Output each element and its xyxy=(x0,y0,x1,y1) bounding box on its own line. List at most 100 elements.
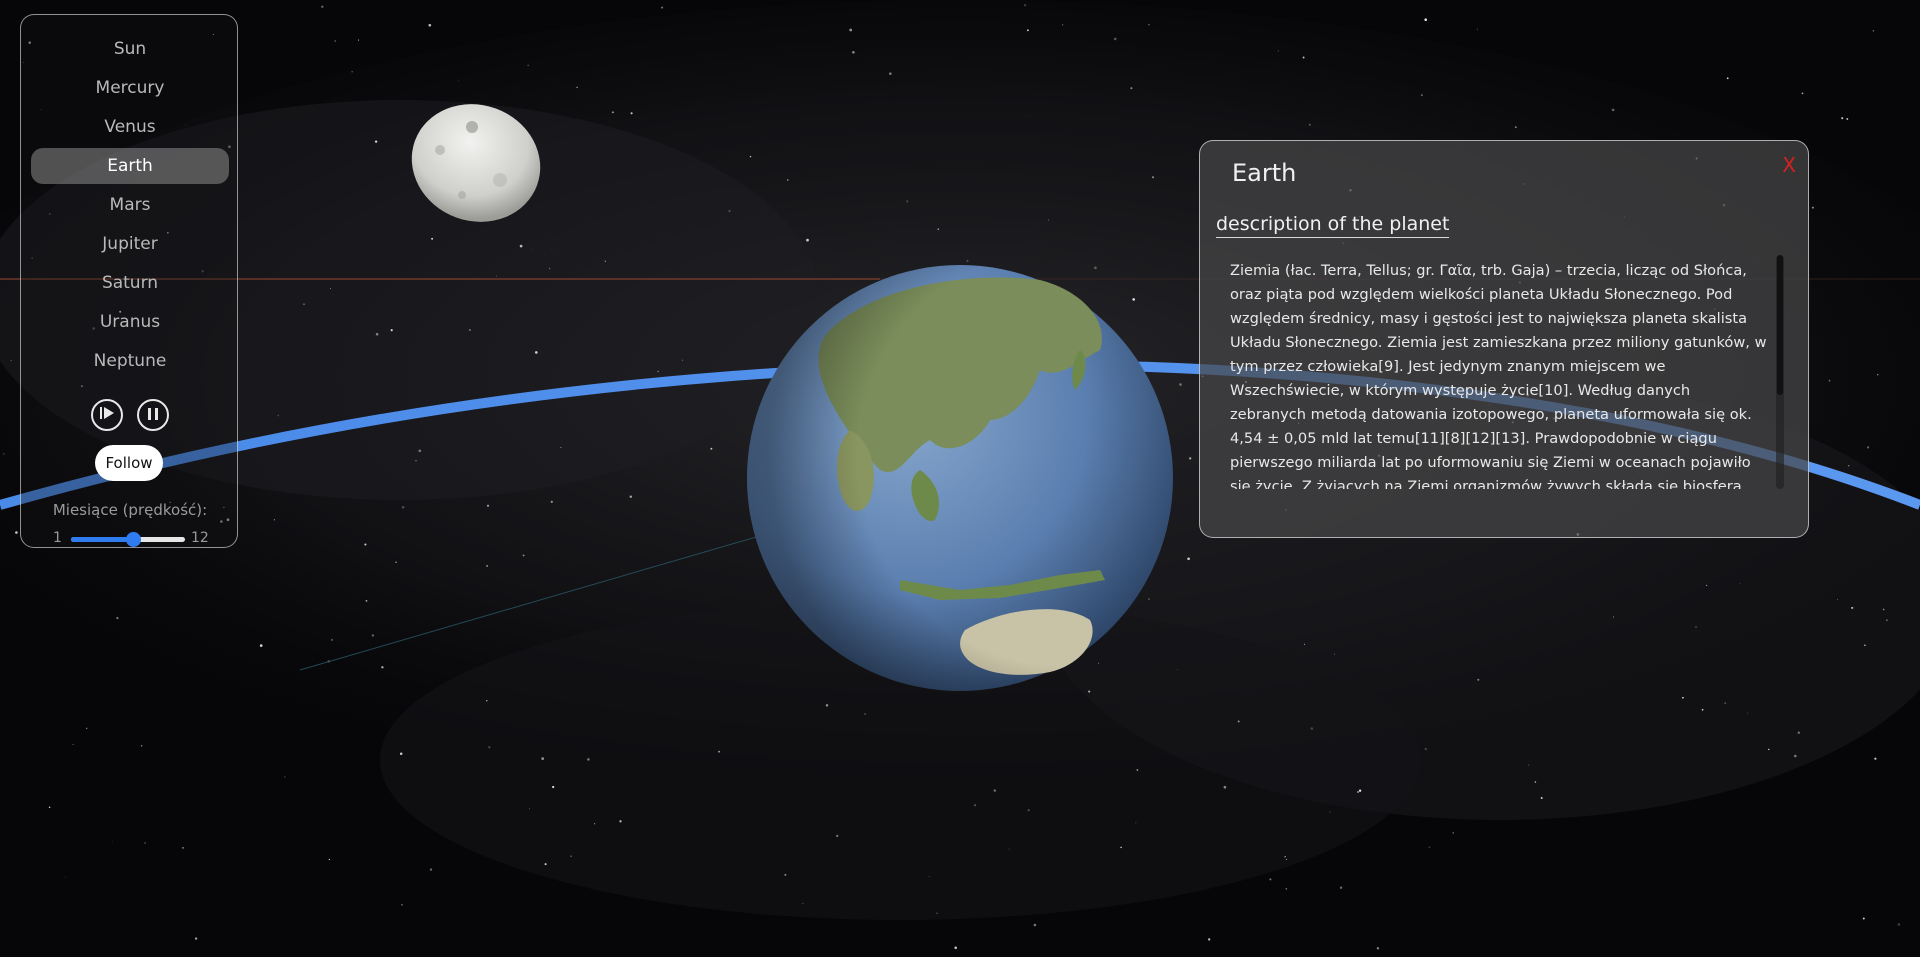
star xyxy=(1061,24,1064,26)
info-subtitle: description of the planet xyxy=(1216,213,1450,238)
star xyxy=(718,750,721,753)
follow-button[interactable]: Follow xyxy=(95,445,163,481)
planet-item-saturn[interactable]: Saturn xyxy=(31,265,229,301)
planet-menu-panel: Sun Mercury Venus Earth Mars Jupiter Saturn Ura… xyxy=(20,14,238,548)
star xyxy=(357,39,360,41)
star xyxy=(351,71,353,73)
pause-circle-icon xyxy=(146,406,160,425)
slider-max-label: 12 xyxy=(191,530,209,546)
star xyxy=(371,634,375,637)
star xyxy=(1120,846,1122,849)
star xyxy=(1862,917,1865,920)
star xyxy=(630,112,633,115)
planet-item-sun[interactable]: Sun xyxy=(31,31,229,67)
star xyxy=(1747,712,1749,714)
star xyxy=(1027,809,1030,812)
star xyxy=(1269,878,1272,881)
star xyxy=(527,64,529,66)
star xyxy=(1793,754,1797,758)
star xyxy=(1179,383,1182,386)
star xyxy=(1828,379,1831,382)
star xyxy=(1846,118,1849,120)
star xyxy=(111,841,113,842)
star xyxy=(48,806,51,808)
star xyxy=(852,50,855,54)
planet-item-neptune[interactable]: Neptune xyxy=(31,343,229,379)
star xyxy=(544,863,547,866)
star xyxy=(1851,606,1854,609)
star xyxy=(1837,599,1838,601)
star xyxy=(1308,123,1311,126)
star xyxy=(594,823,596,825)
star xyxy=(1885,619,1888,622)
star xyxy=(534,351,538,354)
planet-item-uranus[interactable]: Uranus xyxy=(31,304,229,340)
star xyxy=(399,752,403,755)
star xyxy=(1208,938,1211,941)
star xyxy=(1452,832,1454,834)
slider-min-label: 1 xyxy=(53,530,62,546)
star xyxy=(787,179,789,181)
star xyxy=(1358,789,1362,792)
star xyxy=(806,238,809,242)
star xyxy=(334,40,337,42)
earth-planet[interactable] xyxy=(747,265,1173,691)
star xyxy=(784,873,787,876)
star xyxy=(1177,668,1178,670)
star xyxy=(1098,662,1100,664)
star xyxy=(1026,29,1029,32)
star xyxy=(657,370,659,373)
star xyxy=(1304,643,1306,645)
playback-controls xyxy=(21,399,239,435)
star xyxy=(259,644,263,647)
planet-description[interactable]: Ziemia (łac. Terra, Tellus; gr. Γαῖα, tr… xyxy=(1230,259,1770,489)
planet-item-jupiter[interactable]: Jupiter xyxy=(31,226,229,262)
star xyxy=(182,847,184,849)
star xyxy=(1864,644,1866,647)
slider-thumb[interactable] xyxy=(126,532,142,547)
pause-button[interactable] xyxy=(137,399,169,431)
star xyxy=(1682,696,1684,699)
star xyxy=(937,228,939,230)
speed-slider[interactable] xyxy=(71,532,185,547)
star xyxy=(1866,446,1870,449)
star xyxy=(1724,702,1727,704)
star xyxy=(284,776,286,778)
scrollbar[interactable] xyxy=(1776,255,1784,489)
star xyxy=(395,561,397,563)
star xyxy=(1310,727,1314,730)
star xyxy=(415,460,417,462)
star xyxy=(1339,886,1343,889)
star xyxy=(144,842,146,844)
star xyxy=(303,303,305,305)
scrollbar-thumb[interactable] xyxy=(1777,255,1783,395)
star xyxy=(330,287,332,289)
star xyxy=(1882,608,1885,611)
star xyxy=(1376,947,1380,950)
star xyxy=(864,713,867,716)
planet-item-mercury[interactable]: Mercury xyxy=(31,70,229,106)
star xyxy=(194,937,198,940)
planet-item-venus[interactable]: Venus xyxy=(31,109,229,145)
planet-info-panel: Earth X description of the planet Ziemia… xyxy=(1199,140,1809,538)
planet-list: Sun Mercury Venus Earth Mars Jupiter Saturn Ura… xyxy=(31,31,229,382)
star xyxy=(587,758,590,761)
star xyxy=(381,666,384,669)
star xyxy=(1148,24,1150,26)
star xyxy=(116,617,119,620)
planet-item-earth[interactable]: Earth xyxy=(31,148,229,184)
play-circle-icon xyxy=(99,405,115,425)
star xyxy=(1801,92,1804,95)
star xyxy=(86,727,88,729)
star xyxy=(710,447,713,450)
star xyxy=(1528,764,1530,766)
star xyxy=(906,200,909,203)
star xyxy=(888,72,892,76)
play-button[interactable] xyxy=(91,399,123,431)
star xyxy=(1424,18,1427,21)
planet-item-mars[interactable]: Mars xyxy=(31,187,229,223)
close-button[interactable]: X xyxy=(1782,153,1796,177)
star xyxy=(2,452,5,455)
star xyxy=(1701,708,1704,711)
star xyxy=(550,500,553,503)
